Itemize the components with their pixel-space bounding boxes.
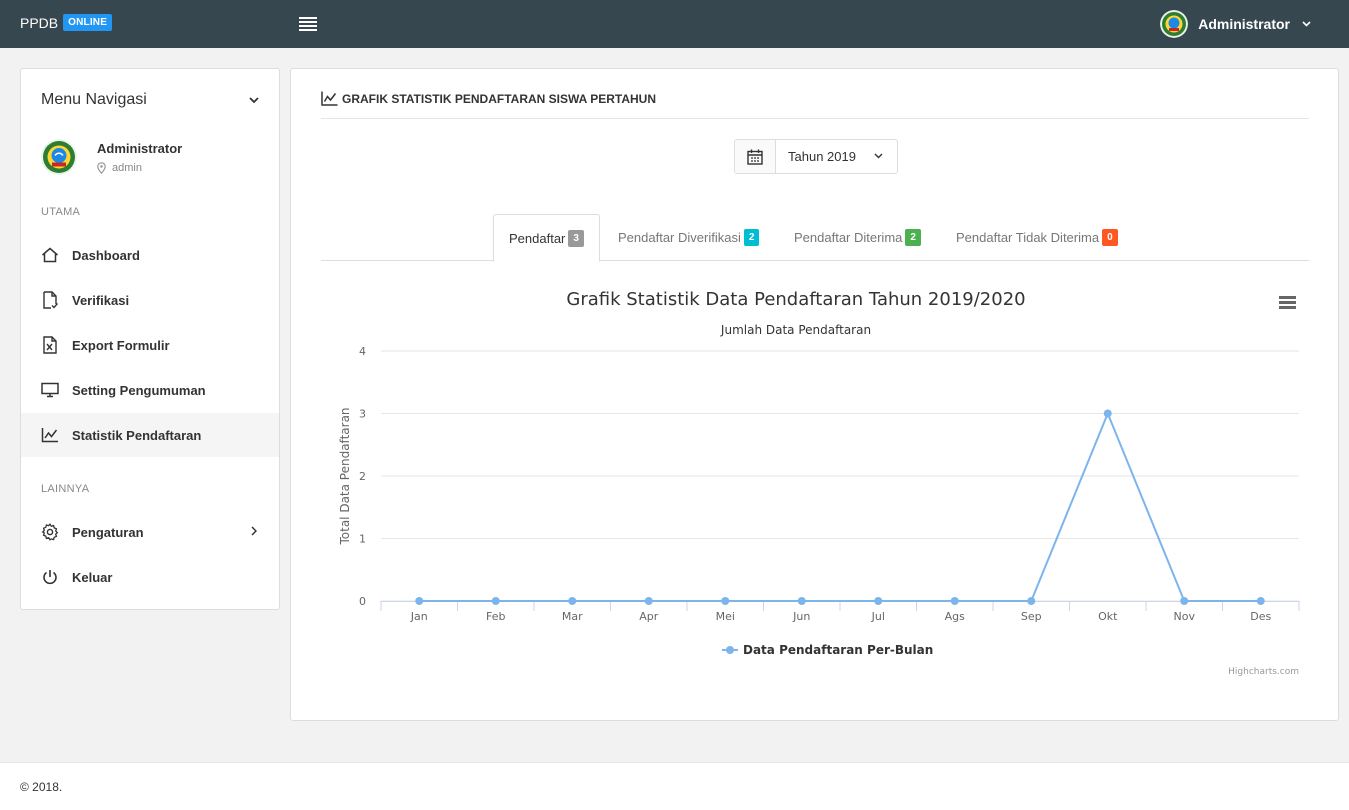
tab-pendaftar[interactable]: Pendaftar 3 [493, 214, 600, 262]
year-select-value[interactable]: Tahun 2019 [776, 140, 897, 173]
data-point [644, 597, 653, 605]
x-tick-label: Ags [945, 610, 966, 623]
gear-icon [41, 523, 59, 541]
y-tick-label: 4 [359, 345, 366, 358]
sidebar-user-name: Administrator [97, 141, 183, 156]
sidebar-item-label: Dashboard [72, 247, 140, 263]
x-tick-label: Sep [1021, 610, 1042, 623]
count-badge: 2 [743, 229, 760, 246]
section-label-lainnya: LAINNYA [41, 483, 90, 495]
sidebar-item-export-formulir[interactable]: Export Formulir [21, 323, 279, 367]
x-tick-label: Jan [410, 610, 428, 623]
sidebar: Menu Navigasi Administrator admin UTAMA … [20, 68, 280, 610]
x-tick-label: Mar [562, 610, 583, 623]
home-icon [41, 246, 59, 264]
data-point [874, 597, 883, 605]
x-tick-label: Apr [639, 610, 659, 623]
chevron-right-icon [251, 526, 257, 536]
chart-subtitle: Jumlah Data Pendaftaran [720, 323, 871, 337]
y-tick-label: 1 [359, 533, 366, 546]
x-tick-label: Jun [792, 610, 810, 623]
line-chart-icon [41, 426, 59, 444]
data-point [721, 597, 730, 605]
avatar [41, 139, 77, 175]
x-tick-label: Okt [1098, 610, 1118, 623]
monitor-icon [41, 381, 59, 399]
y-tick-label: 0 [359, 595, 366, 608]
series-line [419, 410, 1261, 602]
data-point [1103, 409, 1112, 418]
tab-pendaftar-diterima[interactable]: Pendaftar Diterima 2 [794, 214, 921, 261]
sidebar-item-setting-pengumuman[interactable]: Setting Pengumuman [21, 368, 279, 412]
chart-credits: Highcharts.com [1228, 667, 1299, 677]
avatar [1160, 10, 1189, 38]
chevron-down-icon[interactable] [249, 95, 259, 105]
sidebar-item-dashboard[interactable]: Dashboard [21, 233, 279, 277]
x-tick-label: Feb [486, 610, 505, 623]
power-icon [41, 568, 59, 586]
sidebar-title: Menu Navigasi [41, 91, 147, 108]
copyright-text: © 2018. [20, 780, 63, 794]
footer: © 2018. [0, 762, 1349, 810]
tab-pendaftar-tidak-diterima[interactable]: Pendaftar Tidak Diterima 0 [956, 214, 1118, 261]
calendar-icon [735, 140, 776, 173]
line-chart-icon [321, 91, 338, 106]
y-axis-label: Total Data Pendaftaran [338, 407, 352, 545]
brand-badge: ONLINE [63, 14, 113, 31]
section-label-utama: UTAMA [41, 206, 81, 218]
sidebar-item-label: Export Formulir [72, 337, 170, 353]
user-menu-name: Administrator [1198, 16, 1290, 32]
legend-label: Data Pendaftaran Per-Bulan [743, 643, 933, 657]
data-point [1256, 597, 1265, 605]
top-navbar: PPDB ONLINE Administrator [0, 0, 1349, 48]
x-tick-label: Nov [1174, 610, 1196, 623]
registration-chart: Grafik Statistik Data Pendaftaran Tahun … [321, 279, 1309, 689]
count-badge: 0 [1102, 229, 1118, 246]
data-point [1180, 597, 1189, 605]
year-select[interactable]: Tahun 2019 [734, 139, 898, 174]
brand-text: PPDB [20, 14, 59, 31]
sidebar-item-pengaturan[interactable]: Pengaturan [21, 510, 279, 554]
chart-canvas: Grafik Statistik Data Pendaftaran Tahun … [338, 289, 1300, 677]
y-tick-label: 3 [359, 408, 366, 421]
x-tick-label: Jul [871, 610, 885, 623]
chevron-down-icon [1302, 21, 1311, 27]
sidebar-item-label: Verifikasi [72, 292, 130, 308]
sidebar-user-role: admin [97, 162, 182, 174]
status-tabs: Pendaftar 3 Pendaftar Diverifikasi 2 Pen… [321, 214, 1309, 262]
file-check-icon [41, 291, 59, 309]
x-tick-label: Des [1250, 610, 1271, 623]
chart-menu-icon[interactable] [1279, 296, 1296, 309]
data-point [797, 597, 806, 605]
sidebar-item-label: Setting Pengumuman [72, 382, 206, 398]
main-panel: GRAFIK STATISTIK PENDAFTARAN SISWA PERTA… [290, 68, 1339, 721]
sidebar-toggle-icon[interactable] [299, 17, 317, 31]
data-point [1027, 597, 1036, 605]
data-point [568, 597, 577, 605]
sidebar-item-label: Pengaturan [72, 524, 144, 540]
excel-file-icon [41, 336, 59, 354]
data-point [950, 597, 959, 605]
tab-pendaftar-diverifikasi[interactable]: Pendaftar Diverifikasi 2 [618, 214, 760, 261]
chevron-down-icon [874, 153, 883, 159]
sidebar-item-statistik-pendaftaran[interactable]: Statistik Pendaftaran [21, 413, 279, 457]
data-point [491, 597, 500, 605]
x-tick-label: Mei [716, 610, 735, 623]
location-pin-icon [97, 162, 106, 174]
brand-logo[interactable]: PPDB ONLINE [20, 14, 113, 31]
sidebar-item-label: Keluar [72, 569, 113, 585]
y-tick-label: 2 [359, 470, 366, 483]
user-menu[interactable]: Administrator [1160, 10, 1311, 38]
data-point [415, 597, 424, 605]
count-badge: 2 [905, 229, 921, 246]
sidebar-user: Administrator admin [41, 137, 182, 175]
chart-title: Grafik Statistik Data Pendaftaran Tahun … [566, 289, 1025, 310]
page-title: GRAFIK STATISTIK PENDAFTARAN SISWA PERTA… [321, 91, 656, 106]
count-badge: 3 [568, 229, 584, 247]
sidebar-item-label: Statistik Pendaftaran [72, 427, 202, 443]
divider [321, 118, 1309, 119]
sidebar-item-verifikasi[interactable]: Verifikasi [21, 278, 279, 322]
sidebar-item-keluar[interactable]: Keluar [21, 555, 279, 599]
legend-marker [726, 646, 734, 654]
